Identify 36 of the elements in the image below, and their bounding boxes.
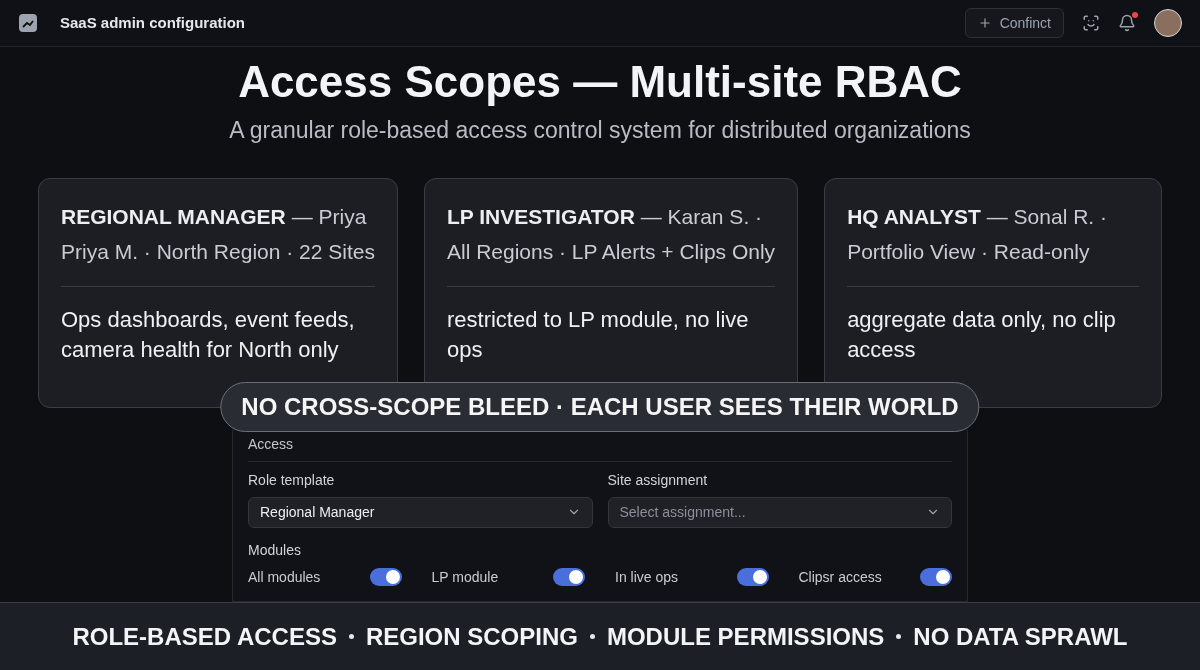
- notification-icon[interactable]: [1118, 14, 1136, 32]
- banner-phrase: NO DATA SPRAWL: [913, 621, 1128, 652]
- role-description: restricted to LP module, no live ops: [446, 305, 750, 364]
- toggle-switch[interactable]: [369, 568, 402, 586]
- plus-icon: [977, 16, 992, 30]
- role-title: HQ ANALYST — Sonal R. ·: [847, 203, 1108, 230]
- toggle-switch[interactable]: [553, 568, 585, 586]
- select-field[interactable]: Select assignment...: [607, 496, 952, 528]
- module-label: Clipsr access: [798, 567, 882, 587]
- role-title: LP INVESTIGATOR — Karan S. ·: [446, 203, 764, 230]
- role-detail: All Regions · LP Alerts + Clips Only: [446, 239, 776, 265]
- add-button[interactable]: Confinct: [964, 8, 1064, 38]
- module-label: In live ops: [615, 567, 679, 587]
- role-description: Ops dashboards, event feeds, camera health for North only: [61, 305, 356, 364]
- page-subtitle: A granular role-based access control system for distributed organizations: [228, 116, 972, 145]
- avatar[interactable]: [1154, 9, 1182, 37]
- toggle-switch[interactable]: [736, 568, 769, 586]
- module-label: LP module: [431, 567, 499, 587]
- role-detail: Priya M. · North Region · 22 Sites: [61, 239, 375, 265]
- scan-icon[interactable]: [1082, 14, 1100, 32]
- role-detail: Portfolio View · Read-only: [847, 239, 1091, 265]
- role-title: REGIONAL MANAGER — Priya: [61, 203, 368, 230]
- toggle-switch[interactable]: [920, 568, 952, 586]
- role-description: aggregate data only, no clip access: [847, 305, 1117, 364]
- field-label: Role template: [248, 470, 336, 490]
- select-field[interactable]: Regional Manager: [248, 496, 593, 528]
- banner-phrase: MODULE PERMISSIONS: [606, 621, 885, 652]
- module-label: All modules: [248, 567, 321, 587]
- app-logo-icon: [18, 13, 38, 33]
- banner-phrase: ROLE-BASED ACCESS: [72, 621, 337, 652]
- modules-label: Modules: [248, 540, 302, 560]
- banner-phrase: REGION SCOPING: [365, 621, 578, 652]
- field-label: Site assignment: [607, 470, 709, 490]
- callout-pill: NO CROSS-SCOPE BLEED · EACH USER SEES THEIR WORLD: [220, 381, 980, 432]
- app-title: SaaS admin configuration: [60, 12, 246, 33]
- page-title: Access Scopes — Multi-site RBAC: [237, 56, 963, 108]
